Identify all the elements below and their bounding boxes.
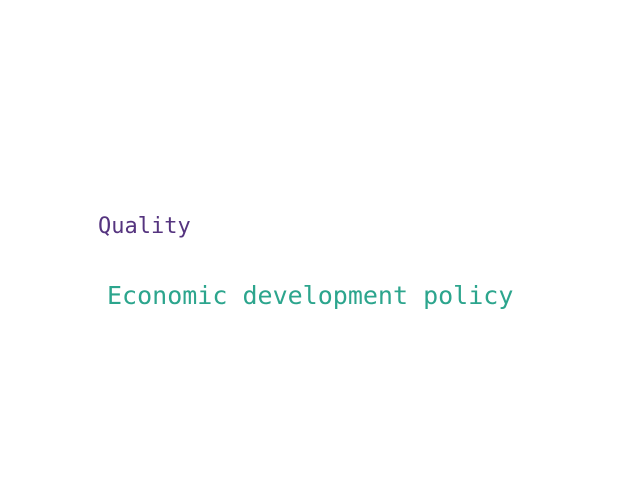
word-economic-development-policy: Economic development policy xyxy=(107,281,514,310)
word-cloud-canvas: Quality Economic development policy xyxy=(0,0,640,480)
word-quality: Quality xyxy=(98,214,191,239)
